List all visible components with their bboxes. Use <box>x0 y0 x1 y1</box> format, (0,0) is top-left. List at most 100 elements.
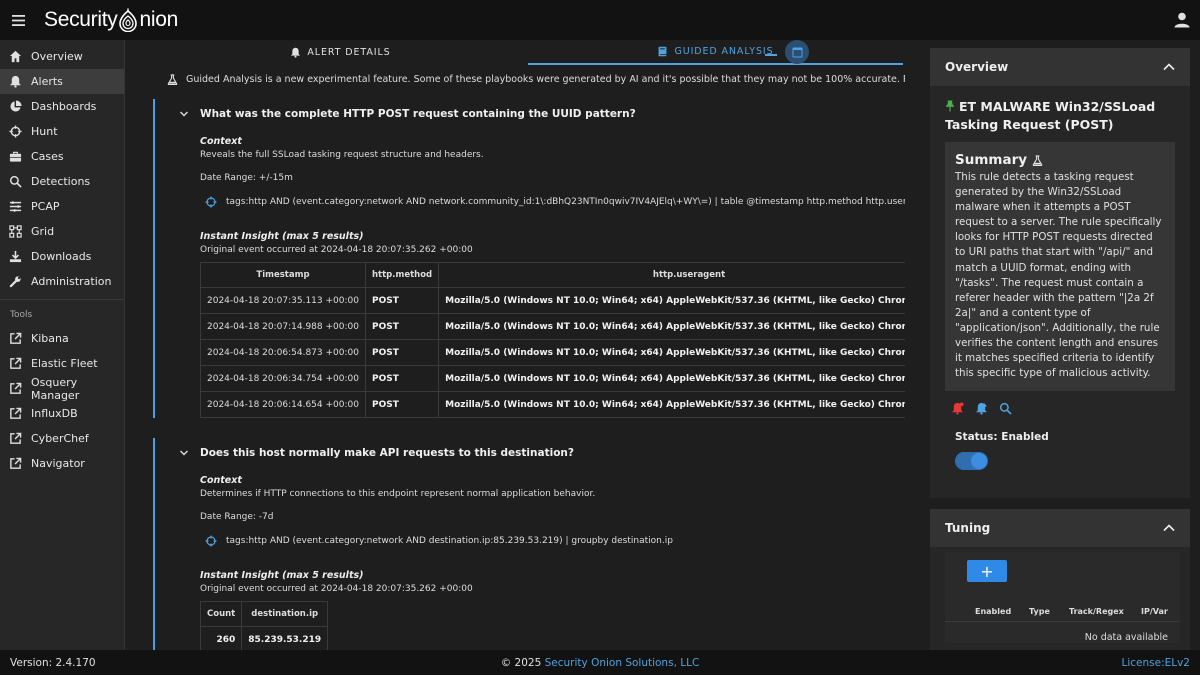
sidebar-item-grid[interactable]: Grid <box>0 219 124 244</box>
insight-table: Timestamp http.method http.useragent 202… <box>200 262 905 418</box>
table-cell: POST <box>364 313 440 340</box>
table-row[interactable]: 2024-04-18 20:06:34.754 +00:00 POST Mozi… <box>200 365 905 392</box>
search-icon[interactable] <box>999 402 1012 415</box>
tab-guided-analysis[interactable]: GUIDED ANALYSIS <box>528 40 903 65</box>
column-header[interactable]: IP/Var <box>1141 607 1168 616</box>
question-title: Does this host normally make API request… <box>200 447 574 459</box>
query-row[interactable]: tags:http AND (event.category:network AN… <box>200 535 905 547</box>
chevron-up-icon[interactable] <box>1163 524 1175 532</box>
add-tuning-button[interactable]: + <box>967 560 1007 582</box>
external-link-icon <box>10 357 22 369</box>
security-onion-logo[interactable]: Security nion <box>44 8 178 32</box>
pie-chart-icon <box>10 100 22 112</box>
chevron-up-icon[interactable] <box>1163 63 1175 71</box>
sidebar-item-alerts[interactable]: Alerts <box>0 69 124 94</box>
table-header-row: Timestamp http.method http.useragent <box>200 262 905 288</box>
table-row[interactable]: 2024-04-18 20:07:14.988 +00:00 POST Mozi… <box>200 313 905 340</box>
sidebar-item-detections[interactable]: Detections <box>0 169 124 194</box>
question-header[interactable]: Does this host normally make API request… <box>155 438 905 468</box>
sidebar-tool-kibana[interactable]: Kibana <box>0 326 124 351</box>
sidebar-tool-elastic-fleet[interactable]: Elastic Fleet <box>0 351 124 376</box>
sidebar-item-cases[interactable]: Cases <box>0 144 124 169</box>
column-header[interactable]: Timestamp <box>200 262 366 288</box>
sidebar-item-hunt[interactable]: Hunt <box>0 119 124 144</box>
tab-label: GUIDED ANALYSIS <box>674 46 774 57</box>
tuning-table: + Enabled Type Track/Regex IP/Var No dat… <box>945 552 1180 643</box>
column-header[interactable]: Track/Regex <box>1069 607 1141 616</box>
menu-icon[interactable] <box>0 0 36 40</box>
column-header[interactable]: http.useragent <box>438 262 905 288</box>
copyright-text: © 2025 Security Onion Solutions, LLC <box>0 657 1200 669</box>
bell-alert-icon[interactable] <box>975 402 988 415</box>
sidebar-item-pcap[interactable]: PCAP <box>0 194 124 219</box>
sidebar: Overview Alerts Dashboards Hunt Cases De… <box>0 40 125 650</box>
question-header[interactable]: What was the complete HTTP POST request … <box>155 99 905 129</box>
crosshairs-icon[interactable] <box>205 196 217 208</box>
copyright-prefix: © 2025 <box>500 656 545 669</box>
column-header[interactable]: destination.ip <box>241 601 329 627</box>
crosshairs-icon[interactable] <box>205 535 217 547</box>
sidebar-item-label: Grid <box>31 225 55 238</box>
empty-state: No data available <box>1084 632 1168 643</box>
external-link-icon <box>10 382 22 394</box>
notice-text: Guided Analysis is a new experimental fe… <box>186 74 905 85</box>
sidebar-tool-osquery-manager[interactable]: Osquery Manager <box>0 375 124 402</box>
sidebar-item-label: Elastic Fleet <box>31 357 98 370</box>
sidebar-item-label: Osquery Manager <box>31 375 80 402</box>
summary-text: This rule detects a tasking request gene… <box>955 171 1162 380</box>
sidebar-item-label: Kibana <box>31 332 69 345</box>
table-cell: 2024-04-18 20:06:34.754 +00:00 <box>200 365 366 392</box>
external-link-icon <box>10 432 22 444</box>
tuning-columns: Enabled Type Track/Regex IP/Var <box>945 602 1180 622</box>
question-panel: What was the complete HTTP POST request … <box>153 99 905 418</box>
sidebar-item-administration[interactable]: Administration <box>0 269 124 294</box>
sidebar-tool-influxdb[interactable]: InfluxDB <box>0 401 124 426</box>
insight-title: Instant Insight (max 5 results) <box>200 570 364 581</box>
sidebar-tool-cyberchef[interactable]: CyberChef <box>0 426 124 451</box>
sidebar-tool-navigator[interactable]: Navigator <box>0 451 124 476</box>
overview-header[interactable]: Overview <box>930 48 1190 86</box>
sidebar-item-label: Cases <box>31 150 64 163</box>
table-cell: 2024-04-18 20:06:54.873 +00:00 <box>200 339 366 366</box>
table-cell: Mozilla/5.0 (Windows NT 10.0; Win64; x64… <box>438 313 905 340</box>
query-row[interactable]: tags:http AND (event.category:network AN… <box>200 196 905 208</box>
bell-off-icon[interactable] <box>951 402 964 415</box>
column-header[interactable]: Count <box>199 601 243 627</box>
window-icon <box>792 47 802 57</box>
pin-icon[interactable] <box>945 100 955 112</box>
column-header[interactable]: Type <box>1029 607 1069 616</box>
window-toggle-button[interactable] <box>785 40 809 64</box>
rule-title-text: ET MALWARE Win32/SSLoad Tasking Request … <box>945 99 1156 132</box>
question-title: What was the complete HTTP POST request … <box>200 108 636 120</box>
account-icon[interactable] <box>1172 10 1192 30</box>
table-row[interactable]: 2024-04-18 20:06:14.654 +00:00 POST Mozi… <box>200 391 905 418</box>
company-link[interactable]: Security Onion Solutions, LLC <box>545 657 700 669</box>
overview-card: Overview ET MALWARE Win32/SSLoad Tasking… <box>930 48 1190 498</box>
minimize-icon[interactable] <box>765 54 777 56</box>
crosshairs-icon <box>9 125 22 138</box>
context-label: Context <box>200 136 242 147</box>
table-cell: Mozilla/5.0 (Windows NT 10.0; Win64; x64… <box>438 391 905 418</box>
sidebar-item-overview[interactable]: Overview <box>0 44 124 69</box>
column-header[interactable]: http.method <box>364 262 440 288</box>
sidebar-item-dashboards[interactable]: Dashboards <box>0 94 124 119</box>
status-label: Status: Enabled <box>955 431 1049 444</box>
tuning-header[interactable]: Tuning <box>930 509 1190 547</box>
bell-icon <box>291 47 301 58</box>
insight-table: Count destination.ip 260 85.239.53.219 <box>199 601 329 650</box>
table-row[interactable]: 260 85.239.53.219 <box>199 626 329 650</box>
sidebar-item-downloads[interactable]: Downloads <box>0 244 124 269</box>
table-cell: Mozilla/5.0 (Windows NT 10.0; Win64; x64… <box>438 339 905 366</box>
column-header[interactable]: Enabled <box>975 607 1029 616</box>
enabled-toggle[interactable] <box>955 452 988 471</box>
query-text: tags:http AND (event.category:network AN… <box>226 197 905 207</box>
sidebar-item-label: Detections <box>31 175 91 188</box>
download-icon <box>9 250 22 263</box>
rule-title: ET MALWARE Win32/SSLoad Tasking Request … <box>930 86 1190 134</box>
license-link[interactable]: License:ELv2 <box>1121 657 1190 669</box>
query-text: tags:http AND (event.category:network AN… <box>226 536 673 546</box>
tab-alert-details[interactable]: ALERT DETAILS <box>153 40 528 65</box>
flask-icon <box>1032 154 1043 166</box>
table-row[interactable]: 2024-04-18 20:07:35.113 +00:00 POST Mozi… <box>200 287 905 314</box>
table-row[interactable]: 2024-04-18 20:06:54.873 +00:00 POST Mozi… <box>200 339 905 366</box>
